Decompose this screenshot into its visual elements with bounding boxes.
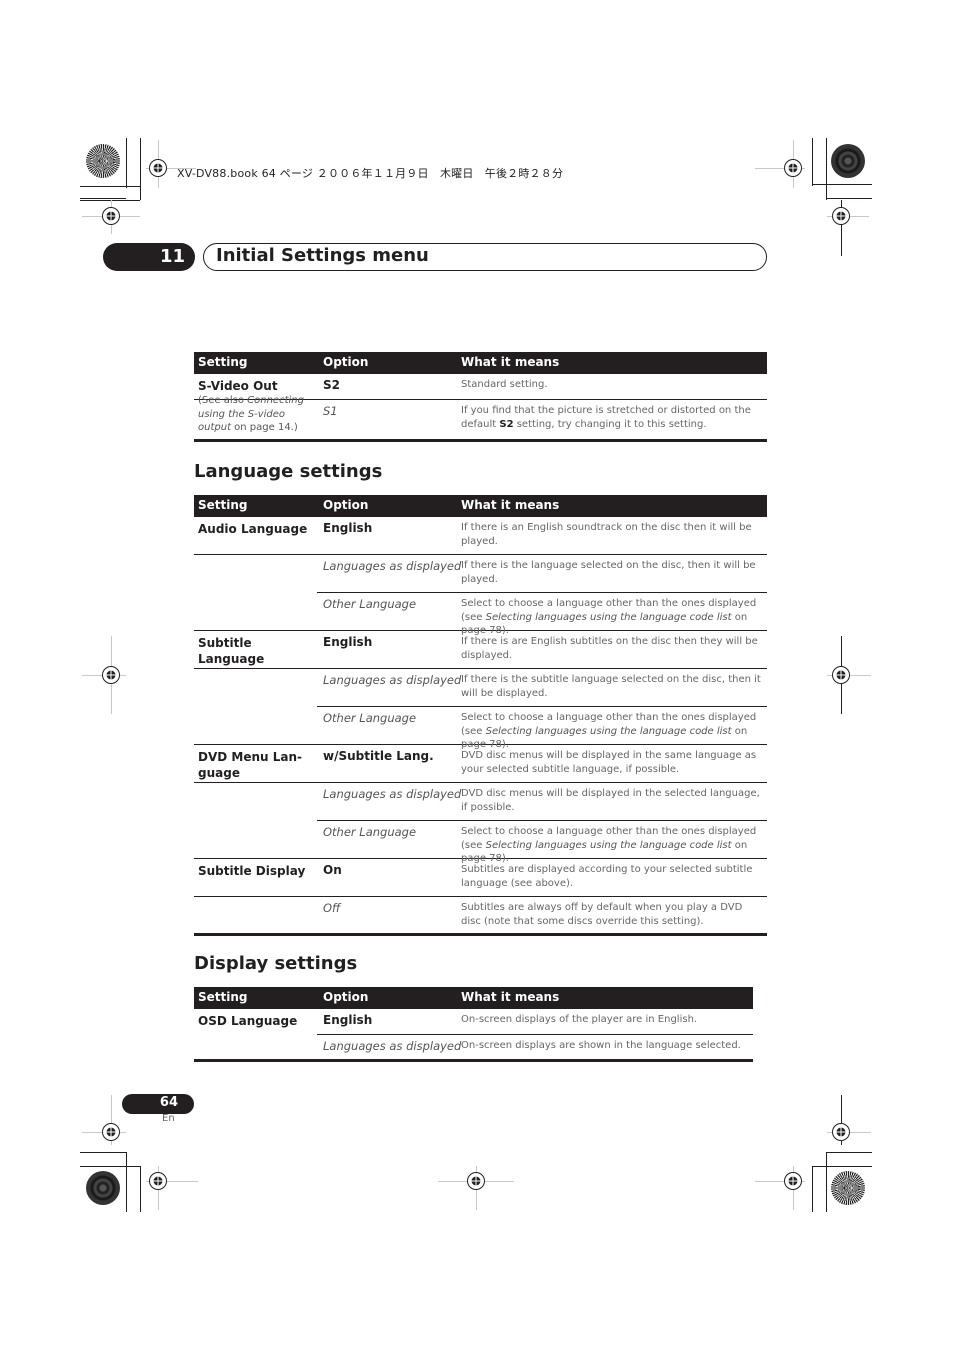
chapter-number: 11 bbox=[159, 246, 185, 267]
option-value: English bbox=[323, 1013, 373, 1027]
header-setting: Setting bbox=[198, 498, 248, 512]
registration-mark-icon bbox=[784, 1172, 802, 1190]
table-row: Other Language Select to choose a langua… bbox=[194, 821, 767, 864]
option-value: Other Language bbox=[323, 711, 417, 725]
page-number: 64 bbox=[159, 1095, 178, 1110]
registration-mark-icon bbox=[832, 666, 850, 684]
registration-mark-icon bbox=[149, 1172, 167, 1190]
print-header: XV-DV88.book 64 ページ ２００６年１１月９日 木曜日 午後２時２… bbox=[177, 167, 564, 180]
option-value: Languages as displayed bbox=[323, 673, 462, 687]
option-value: Languages as displayed bbox=[323, 559, 462, 573]
header-meaning: What it means bbox=[461, 498, 560, 512]
header-setting: Setting bbox=[198, 990, 248, 1004]
table-row: Subtitle Display On Subtitles are displa… bbox=[194, 859, 767, 897]
video-settings-table: Setting Option What it means S-Video Out… bbox=[194, 352, 767, 442]
table-row: S-Video Out (See also Connecting using t… bbox=[194, 374, 767, 433]
option-value: English bbox=[323, 635, 373, 649]
option-value: S1 bbox=[323, 404, 338, 418]
option-description: DVD disc menus will be displayed in the … bbox=[461, 750, 757, 775]
display-settings-table: Setting Option What it means OSD Languag… bbox=[194, 987, 753, 1062]
chapter-number-badge: 11 bbox=[103, 243, 195, 271]
option-value: English bbox=[323, 521, 373, 535]
setting-name: DVD Menu Lan- guage bbox=[198, 750, 302, 780]
header-option: Option bbox=[323, 498, 369, 512]
registration-disc-icon bbox=[86, 144, 120, 178]
option-description: If you find that the picture is stretche… bbox=[461, 404, 765, 431]
option-value: On bbox=[323, 863, 342, 877]
registration-disc-icon bbox=[831, 144, 865, 178]
desc-link-text: Selecting languages using the language c… bbox=[485, 611, 732, 623]
registration-disc-icon bbox=[86, 1171, 120, 1205]
registration-mark-icon bbox=[102, 666, 120, 684]
registration-mark-icon bbox=[102, 1123, 120, 1141]
table-row: Languages as displayed On-screen display… bbox=[194, 1035, 753, 1062]
desc-text: setting, try changing it to this setting… bbox=[513, 418, 707, 430]
table-header: Setting Option What it means bbox=[194, 987, 753, 1009]
option-description: Standard setting. bbox=[461, 379, 548, 390]
setting-name: OSD Language bbox=[198, 1014, 298, 1028]
table-header: Setting Option What it means bbox=[194, 495, 767, 517]
chapter-title: Initial Settings menu bbox=[216, 245, 429, 266]
table-row: Other Language Select to choose a langua… bbox=[194, 593, 767, 636]
section-title-language: Language settings bbox=[194, 461, 383, 482]
header-option: Option bbox=[323, 355, 369, 369]
option-value: Other Language bbox=[323, 825, 417, 839]
option-description: DVD disc menus will be displayed in the … bbox=[461, 788, 760, 813]
header-setting: Setting bbox=[198, 355, 248, 369]
table-row: Subtitle Language English If there is ar… bbox=[194, 631, 767, 669]
language-settings-table: Setting Option What it means Audio Langu… bbox=[194, 495, 767, 936]
option-description: On-screen displays are shown in the lang… bbox=[461, 1040, 741, 1051]
registration-mark-icon bbox=[832, 207, 850, 225]
setting-name: Audio Language bbox=[198, 522, 308, 536]
option-description: If there is an English soundtrack on the… bbox=[461, 522, 752, 547]
option-description: Subtitles are displayed according to you… bbox=[461, 864, 753, 889]
setting-name: Subtitle Language bbox=[198, 636, 265, 666]
table-row: S1 If you find that the picture is stret… bbox=[194, 400, 767, 442]
option-value: Languages as displayed bbox=[323, 1039, 462, 1053]
table-row: Languages as displayed DVD disc menus wi… bbox=[317, 783, 767, 821]
desc-link-text: Selecting languages using the language c… bbox=[485, 725, 732, 737]
registration-mark-icon bbox=[832, 1123, 850, 1141]
table-header: Setting Option What it means bbox=[194, 352, 767, 374]
option-description: If there is are English subtitles on the… bbox=[461, 636, 758, 661]
option-value: w/Subtitle Lang. bbox=[323, 749, 434, 763]
page-language: En bbox=[162, 1113, 175, 1124]
table-row: OSD Language English On-screen displays … bbox=[198, 1009, 753, 1035]
table-row: DVD Menu Lan- guage w/Subtitle Lang. DVD… bbox=[194, 745, 767, 783]
chapter-title-bar: Initial Settings menu bbox=[203, 243, 767, 271]
option-value: Other Language bbox=[323, 597, 417, 611]
option-description: If there is the subtitle language select… bbox=[461, 674, 761, 699]
section-title-display: Display settings bbox=[194, 953, 358, 974]
option-description: If there is the language selected on the… bbox=[461, 560, 756, 585]
table-row: Languages as displayed If there is the s… bbox=[317, 669, 767, 707]
option-value: Off bbox=[323, 901, 341, 915]
registration-disc-icon bbox=[831, 1171, 865, 1205]
option-value: S2 bbox=[323, 378, 340, 392]
table-row: Audio Language English If there is an En… bbox=[194, 517, 767, 555]
setting-name: S-Video Out bbox=[198, 379, 278, 393]
header-meaning: What it means bbox=[461, 990, 560, 1004]
registration-mark-icon bbox=[102, 207, 120, 225]
option-value: Languages as displayed bbox=[323, 787, 462, 801]
setting-name: Subtitle Display bbox=[198, 864, 306, 878]
table-row: Languages as displayed If there is the l… bbox=[317, 555, 767, 593]
header-option: Option bbox=[323, 990, 369, 1004]
table-row: Other Language Select to choose a langua… bbox=[194, 707, 767, 750]
option-description: Subtitles are always off by default when… bbox=[461, 902, 743, 927]
registration-mark-icon bbox=[467, 1172, 485, 1190]
header-meaning: What it means bbox=[461, 355, 560, 369]
page-number-badge: 64 bbox=[122, 1094, 194, 1114]
desc-bold: S2 bbox=[499, 418, 514, 430]
desc-link-text: Selecting languages using the language c… bbox=[485, 839, 732, 851]
table-row: Off Subtitles are always off by default … bbox=[194, 897, 767, 936]
registration-mark-icon bbox=[149, 159, 167, 177]
option-description: On-screen displays of the player are in … bbox=[461, 1014, 698, 1025]
registration-mark-icon bbox=[784, 159, 802, 177]
